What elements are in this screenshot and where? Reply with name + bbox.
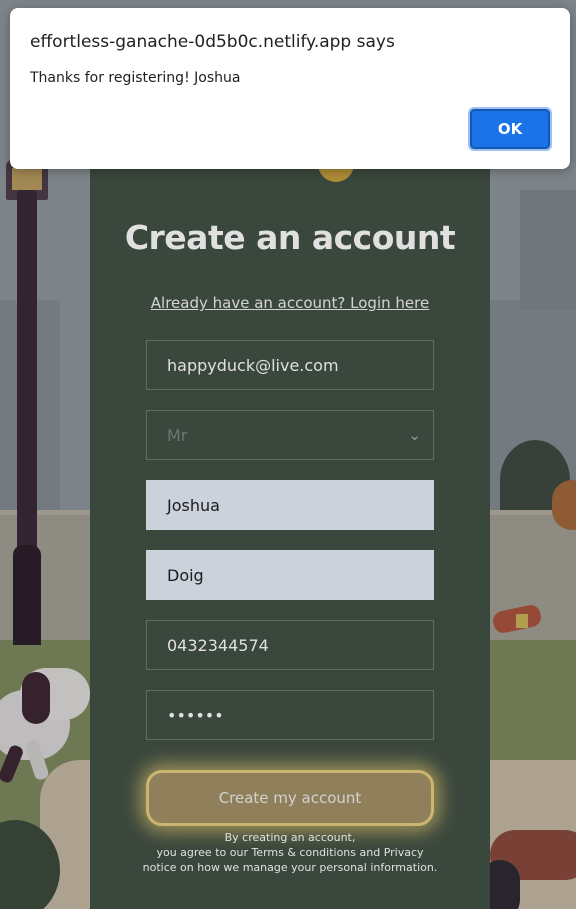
alert-dialog: effortless-ganache-0d5b0c.netlify.app sa… <box>10 8 570 169</box>
dialog-message: Thanks for registering! Joshua <box>30 70 241 86</box>
dialog-title: effortless-ganache-0d5b0c.netlify.app sa… <box>30 32 395 52</box>
page: 5 Create an account Already have an acco… <box>0 0 576 909</box>
ok-button[interactable]: OK <box>468 107 552 151</box>
